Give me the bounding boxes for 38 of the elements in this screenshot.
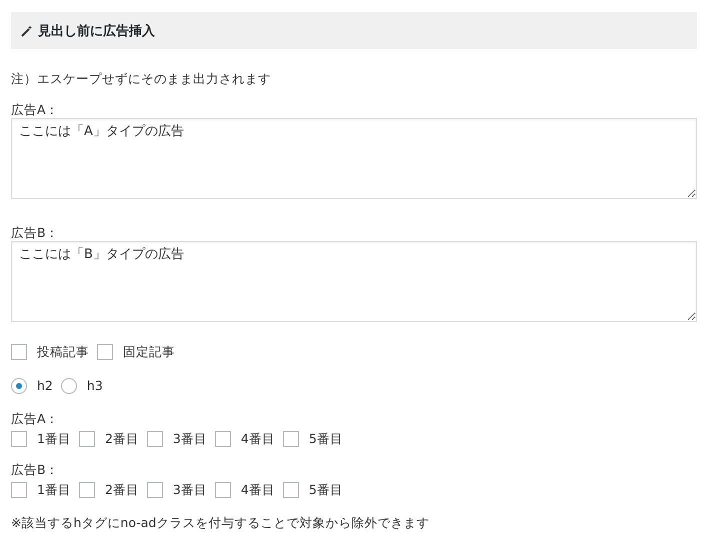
ad-code-field[interactable]: ここには「A」タイプの広告 <box>11 118 697 199</box>
note-text: 注）エスケープせずにそのまま出力されます <box>11 71 272 88</box>
checkbox[interactable] <box>146 482 163 498</box>
checkbox-label: 3番目 <box>172 482 207 498</box>
checkbox-label: 1番目 <box>37 431 71 447</box>
checkbox-label: 4番目 <box>240 431 275 447</box>
radio-label: h3 <box>86 378 103 394</box>
footnote-text: ※該当するhタグにno-adクラスを付与することで対象から除外できます <box>11 515 430 532</box>
checkbox[interactable] <box>282 482 299 498</box>
checkbox-label: 1番目 <box>37 482 71 498</box>
magic-wand-icon <box>21 24 33 36</box>
checkbox-label: 5番目 <box>308 482 343 498</box>
radio-label: h2 <box>37 378 53 394</box>
checkbox[interactable] <box>11 431 27 447</box>
checkbox[interactable] <box>11 344 27 360</box>
position-label: 広告B： <box>11 462 60 478</box>
checkbox[interactable] <box>282 431 299 447</box>
checkbox-label: 固定記事 <box>123 344 175 360</box>
checkbox[interactable] <box>214 431 231 447</box>
ad-label: 広告B： <box>11 225 60 241</box>
checkbox-label: 投稿記事 <box>37 344 89 360</box>
checkbox[interactable] <box>97 344 113 360</box>
checkbox[interactable] <box>78 482 95 498</box>
checkbox[interactable] <box>78 431 95 447</box>
section-title: 見出し前に広告挿入 <box>38 22 155 40</box>
checkbox-label: 3番目 <box>172 431 207 447</box>
radio-button[interactable] <box>60 378 77 394</box>
checkbox[interactable] <box>146 431 163 447</box>
position-label: 広告A： <box>11 411 60 427</box>
checkbox-label: 4番目 <box>240 482 275 498</box>
checkbox[interactable] <box>214 482 231 498</box>
checkbox-label: 5番目 <box>308 431 343 447</box>
checkbox-label: 2番目 <box>104 431 139 447</box>
checkbox-label: 2番目 <box>104 482 139 498</box>
checkbox[interactable] <box>11 482 27 498</box>
radio-button[interactable] <box>11 378 27 394</box>
ad-code-field[interactable]: ここには「B」タイプの広告 <box>11 241 697 322</box>
ad-label: 広告A： <box>11 102 60 118</box>
